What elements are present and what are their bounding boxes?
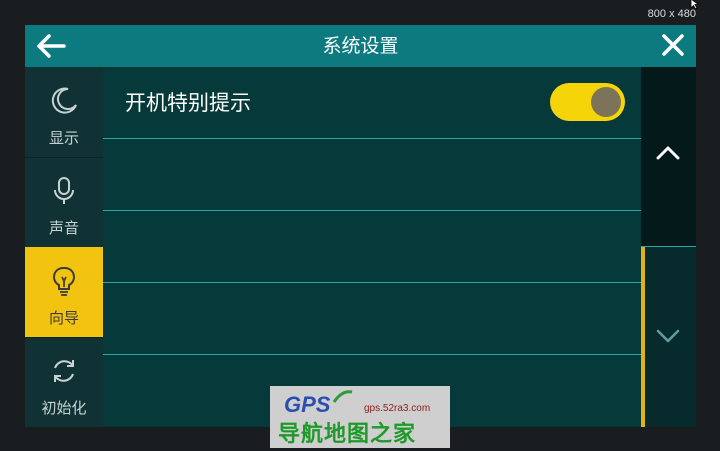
setting-row-startup-tip[interactable]: 开机特别提示 (103, 67, 641, 139)
microphone-icon (54, 177, 74, 204)
page-title: 系统设置 (322, 35, 399, 57)
setting-row (103, 211, 641, 283)
watermark-brand: GPS (284, 392, 331, 417)
setting-label: 开机特别提示 (125, 91, 251, 115)
sidebar-item-label: 初始化 (41, 399, 87, 417)
setting-row (103, 283, 641, 355)
sidebar-item-reset[interactable]: 初始化 (25, 337, 103, 427)
sidebar-item-sound[interactable]: 声音 (25, 157, 103, 248)
signal-swoosh-icon (332, 390, 353, 403)
mouse-cursor-icon (690, 0, 700, 10)
chevron-up-icon (656, 146, 680, 160)
close-icon (662, 34, 684, 56)
sidebar-item-label: 向导 (48, 309, 79, 327)
watermark-url: gps.52ra3.com (364, 403, 431, 414)
setting-row (103, 139, 641, 211)
sidebar-item-guide[interactable]: 向导 (25, 247, 103, 338)
scroll-controls (641, 67, 696, 427)
sidebar: 显示 声音 向导 初始化 (25, 67, 103, 427)
watermark-text: 导航地图之家 (278, 422, 417, 447)
sidebar-item-label: 声音 (48, 219, 79, 237)
moon-icon (51, 87, 77, 114)
lightbulb-icon (53, 266, 75, 296)
startup-tip-toggle[interactable] (550, 83, 625, 121)
scrollbar-thumb[interactable] (641, 247, 645, 427)
watermark-logo: GPS gps.52ra3.com 导航地图之家 (270, 386, 450, 448)
header-bar: 系统设置 (25, 25, 696, 67)
resolution-label: 800 x 480 (647, 8, 696, 20)
close-button[interactable] (658, 32, 688, 60)
device-screen: 系统设置 显示 声音 向导 初始化 开机特别提示 (25, 25, 696, 427)
toggle-knob (591, 87, 621, 117)
arrow-left-icon (37, 34, 66, 58)
chevron-down-icon (656, 329, 680, 343)
back-button[interactable] (35, 32, 67, 60)
scroll-down-button[interactable] (641, 247, 696, 427)
refresh-icon (54, 360, 74, 382)
sidebar-item-display[interactable]: 显示 (25, 67, 103, 158)
scroll-up-button[interactable] (641, 67, 696, 247)
sidebar-item-label: 显示 (48, 129, 79, 147)
settings-list: 开机特别提示 (103, 67, 641, 427)
